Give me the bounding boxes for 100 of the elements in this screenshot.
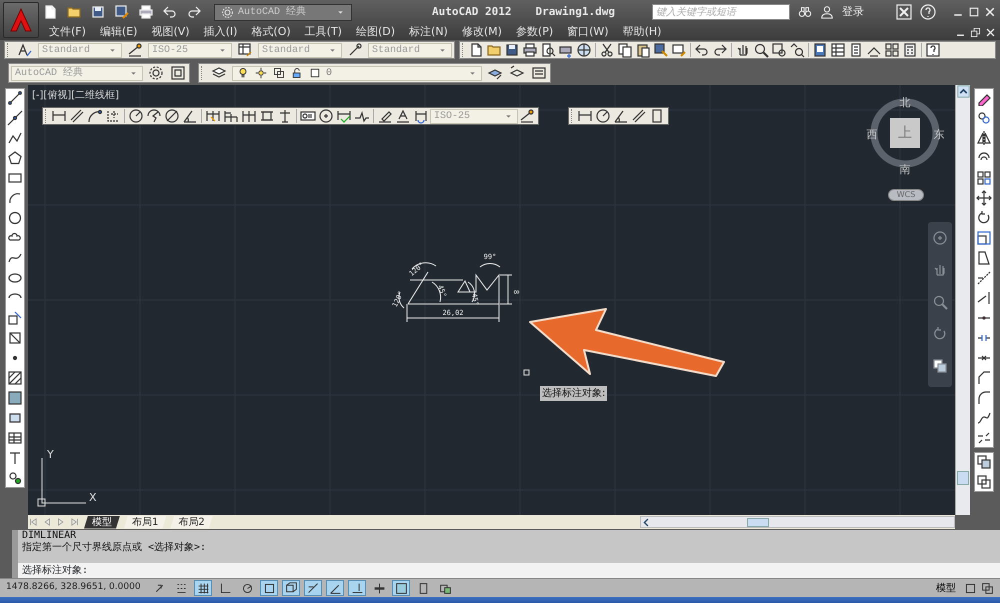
previous-page-icon[interactable]	[42, 517, 52, 527]
scissors-icon[interactable]	[599, 42, 615, 58]
continue-dimension-icon[interactable]	[241, 108, 257, 124]
baseline-dimension-icon[interactable]	[223, 108, 239, 124]
sign-in-link[interactable]: 登录	[842, 4, 864, 20]
floppy-disk-pencil-icon[interactable]	[114, 4, 130, 20]
scrollbar-thumb[interactable]	[957, 471, 969, 485]
center-mark-icon[interactable]	[318, 108, 334, 124]
user-icon[interactable]	[820, 5, 834, 19]
add-selected-icon[interactable]	[7, 470, 23, 486]
hatch-icon[interactable]	[7, 370, 23, 386]
globe-icon[interactable]	[576, 42, 592, 58]
binoculars-icon[interactable]	[798, 5, 812, 19]
rotate-icon[interactable]	[976, 210, 992, 226]
exchange-icon[interactable]	[896, 4, 912, 20]
close-icon[interactable]	[984, 6, 996, 18]
viewport-control[interactable]: [二维线框]	[71, 88, 120, 103]
overlapping-squares-icon[interactable]	[976, 474, 992, 490]
leader-style-icon[interactable]	[347, 42, 363, 58]
grid-panel-icon[interactable]	[830, 42, 846, 58]
redo-arrow-icon[interactable]	[712, 42, 728, 58]
angled-text-icon[interactable]	[395, 108, 411, 124]
angular-dimension-icon[interactable]	[182, 108, 198, 124]
radius-dimension-icon[interactable]	[595, 108, 611, 124]
status-toggle-button[interactable]	[260, 580, 278, 596]
undo-arrow-icon[interactable]	[694, 42, 710, 58]
dimension-check-icon[interactable]	[336, 108, 352, 124]
polyline-icon[interactable]	[7, 130, 23, 146]
compass-label[interactable]: 西	[866, 128, 878, 141]
trim-icon[interactable]	[976, 270, 992, 286]
close-icon[interactable]	[985, 26, 996, 38]
layout-tab[interactable]: 布局1	[124, 516, 166, 528]
menu-item[interactable]: 参数(P)	[508, 24, 560, 40]
gradient-fill-icon[interactable]	[7, 390, 23, 406]
blend-curve-icon[interactable]	[976, 410, 992, 426]
paintbrush-icon[interactable]	[653, 42, 669, 58]
printer-icon[interactable]	[522, 42, 538, 58]
text-style-icon[interactable]	[17, 42, 33, 58]
compass-label[interactable]: 东	[934, 128, 944, 141]
circle-icon[interactable]	[7, 210, 23, 226]
layout-tab[interactable]: 模型	[84, 516, 120, 528]
help-icon[interactable]	[925, 42, 941, 58]
mirror-icon[interactable]	[976, 130, 992, 146]
clipboard-icon[interactable]	[635, 42, 651, 58]
next-page-icon[interactable]	[56, 517, 66, 527]
menu-item[interactable]: 格式(O)	[244, 24, 298, 40]
restore-icon[interactable]	[970, 26, 981, 38]
viewport-control[interactable]: [俯视]	[43, 88, 72, 103]
move-arrows-icon[interactable]	[976, 190, 992, 206]
menu-item[interactable]: 修改(M)	[454, 24, 509, 40]
jogged-radius-icon[interactable]	[146, 108, 162, 124]
make-block-icon[interactable]	[7, 330, 23, 346]
scale-icon[interactable]	[976, 230, 992, 246]
dimension-break-icon[interactable]	[277, 108, 293, 124]
copy-icon[interactable]	[617, 42, 633, 58]
table-style-icon[interactable]	[237, 42, 253, 58]
aligned-dimension-icon[interactable]	[69, 108, 85, 124]
arc-icon[interactable]	[7, 190, 23, 206]
scrollbar-thumb[interactable]	[747, 518, 769, 526]
status-toggle-button[interactable]	[194, 580, 212, 596]
status-toggle-button[interactable]	[326, 580, 344, 596]
object-snap-icon[interactable]	[964, 582, 977, 594]
array-icon[interactable]	[976, 170, 992, 186]
status-toggle-button[interactable]	[392, 580, 410, 596]
quick-dimension-icon[interactable]	[205, 108, 221, 124]
layer-dropdown[interactable]: 0	[232, 66, 482, 80]
toolbar-frame-icon[interactable]	[170, 65, 186, 81]
fillet-icon[interactable]	[976, 390, 992, 406]
insert-block-icon[interactable]	[7, 310, 23, 326]
printer-icon[interactable]	[138, 4, 154, 20]
calculator-icon[interactable]	[902, 42, 918, 58]
model-space-button[interactable]: 模型	[932, 580, 960, 596]
polygon-icon[interactable]	[7, 150, 23, 166]
explode-icon[interactable]	[976, 430, 992, 446]
menu-item[interactable]: 窗口(W)	[560, 24, 616, 40]
first-page-icon[interactable]	[28, 517, 38, 527]
stretch-icon[interactable]	[976, 250, 992, 266]
overlapping-squares-icon[interactable]	[981, 582, 994, 594]
chamfer-icon[interactable]	[976, 370, 992, 386]
linear-dimension-icon[interactable]	[51, 108, 67, 124]
menu-item[interactable]: 插入(I)	[196, 24, 244, 40]
arc-length-dimension-icon[interactable]	[87, 108, 103, 124]
menu-item[interactable]: 视图(V)	[144, 24, 197, 40]
undo-arrow-icon[interactable]	[162, 4, 178, 20]
layout-tab[interactable]: 布局2	[170, 516, 213, 528]
draw-order-icon[interactable]	[932, 358, 948, 374]
compass-label[interactable]: 北	[900, 96, 910, 109]
menu-item[interactable]: 工具(T)	[298, 24, 349, 40]
compass-label[interactable]: 南	[900, 163, 910, 176]
status-toggle-button[interactable]	[348, 580, 366, 596]
search-field[interactable]: 键入关键字或短语	[652, 4, 790, 20]
radius-dimension-icon[interactable]	[128, 108, 144, 124]
diameter-dimension-icon[interactable]	[164, 108, 180, 124]
block-editor-icon[interactable]	[671, 42, 687, 58]
page-magnifier-icon[interactable]	[540, 42, 556, 58]
angular-dimension-icon[interactable]	[613, 108, 629, 124]
menu-item[interactable]: 编辑(E)	[92, 24, 144, 40]
dimension-style-icon[interactable]	[127, 42, 143, 58]
viewport-control[interactable]: [-]	[32, 88, 44, 103]
properties-panel-icon[interactable]	[812, 42, 828, 58]
